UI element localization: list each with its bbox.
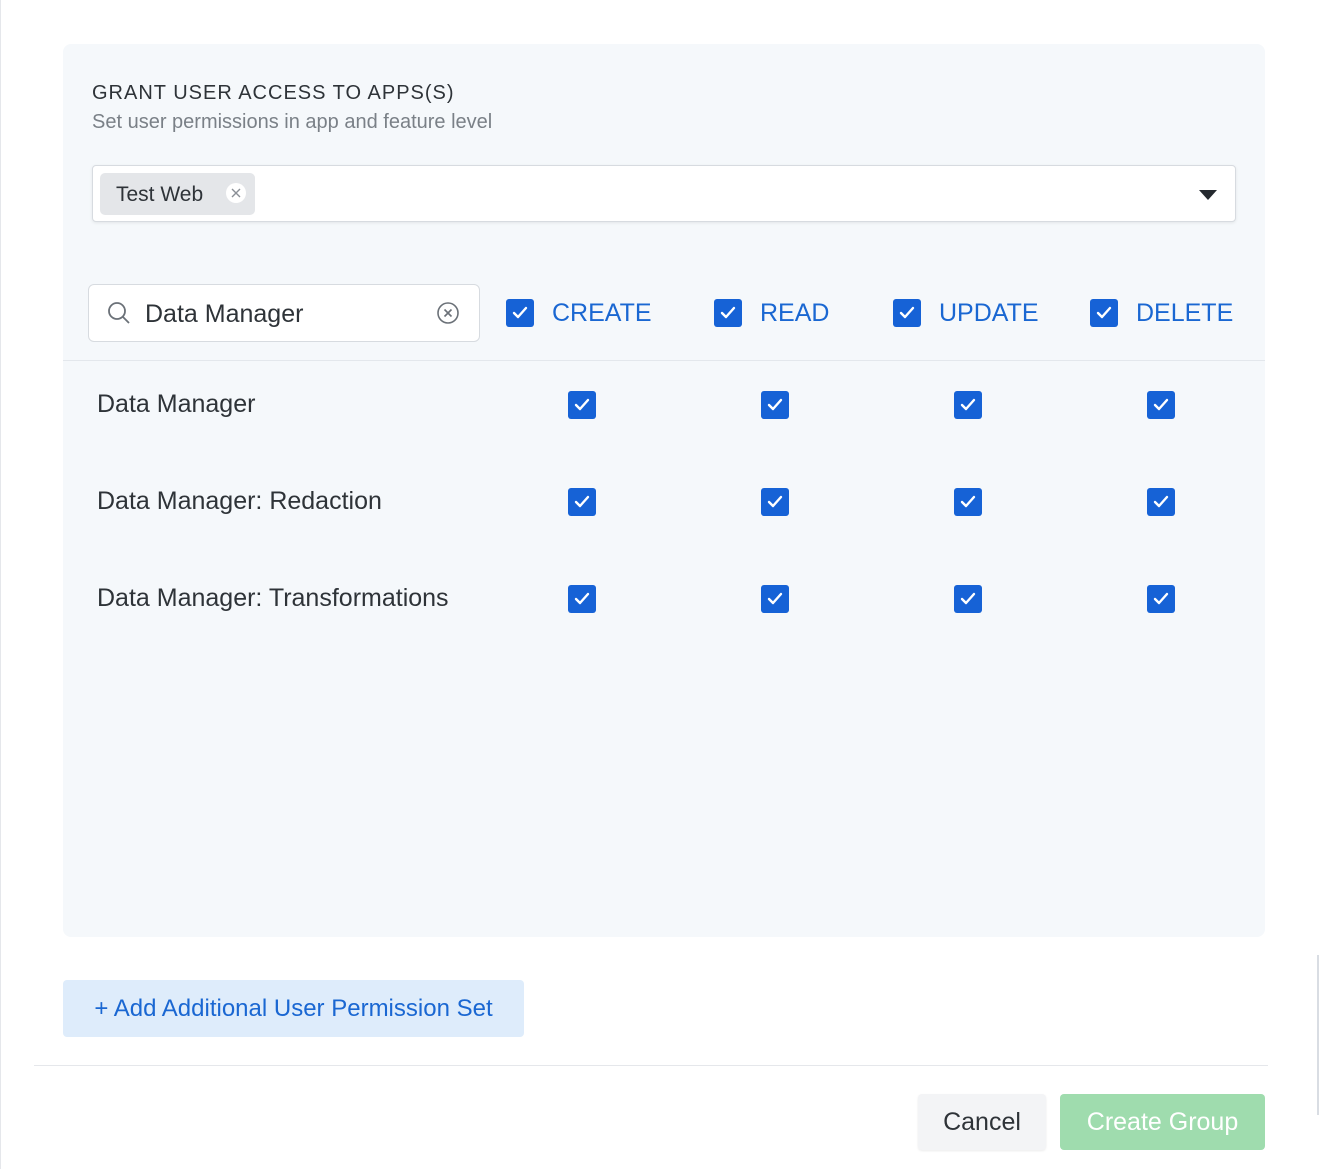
permission-panel: GRANT USER ACCESS TO APPS(S) Set user pe… [63,44,1265,937]
create-checkbox[interactable] [568,391,596,419]
select-all-create-checkbox[interactable] [506,299,534,327]
column-header-delete[interactable]: DELETE [1090,298,1233,328]
update-checkbox[interactable] [954,391,982,419]
column-label-delete: DELETE [1136,298,1234,327]
caret-down-icon[interactable] [1199,190,1217,200]
row-label-data-manager-redaction: Data Manager: Redaction [97,487,382,515]
column-label-update: UPDATE [939,298,1039,327]
delete-checkbox[interactable] [1147,585,1175,613]
read-checkbox[interactable] [761,488,789,516]
create-group-button[interactable]: Create Group [1060,1094,1265,1150]
column-label-read: READ [760,298,830,327]
search-icon [108,302,130,324]
column-label-create: CREATE [552,298,652,327]
select-all-update-checkbox[interactable] [893,299,921,327]
select-all-read-checkbox[interactable] [714,299,742,327]
create-checkbox[interactable] [568,585,596,613]
read-checkbox[interactable] [761,391,789,419]
row-label-data-manager-transformations: Data Manager: Transformations [97,584,449,612]
footer-divider [34,1065,1268,1066]
delete-checkbox[interactable] [1147,391,1175,419]
app-chip-label: Test Web [116,183,204,206]
section-subtitle: Set user permissions in app and feature … [92,111,493,133]
close-icon[interactable] [226,183,246,203]
app-select[interactable]: Test Web [92,165,1236,222]
cancel-button[interactable]: Cancel [918,1094,1046,1150]
select-all-delete-checkbox[interactable] [1090,299,1118,327]
row-label-data-manager: Data Manager [97,390,256,418]
update-checkbox[interactable] [954,488,982,516]
delete-checkbox[interactable] [1147,488,1175,516]
update-checkbox[interactable] [954,585,982,613]
read-checkbox[interactable] [761,585,789,613]
clear-circle-icon[interactable] [436,301,460,325]
header-divider [63,360,1265,361]
column-header-create[interactable]: CREATE [506,298,652,328]
search-input[interactable] [143,295,427,333]
create-checkbox[interactable] [568,488,596,516]
add-permission-set-button[interactable]: + Add Additional User Permission Set [63,980,524,1037]
search-box[interactable] [88,284,480,342]
app-chip: Test Web [100,173,255,215]
section-title: GRANT USER ACCESS TO APPS(S) [92,82,455,104]
left-border [0,0,1,1169]
column-header-read[interactable]: READ [714,298,829,328]
column-header-update[interactable]: UPDATE [893,298,1039,328]
